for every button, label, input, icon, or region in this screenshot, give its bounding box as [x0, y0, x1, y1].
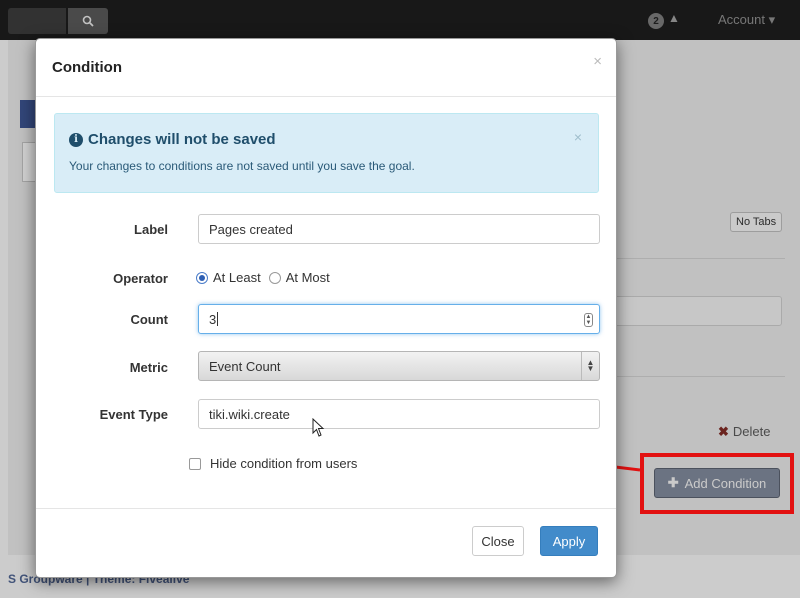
alert-text: Your changes to conditions are not saved…	[69, 159, 415, 173]
count-input[interactable]: 3 ▲ ▼	[198, 304, 600, 334]
info-alert: i Changes will not be saved Your changes…	[54, 113, 599, 193]
info-icon: i	[69, 132, 83, 147]
hide-condition-checkbox[interactable]	[189, 457, 201, 470]
alert-title: Changes will not be saved	[88, 131, 276, 148]
label-input[interactable]: Pages created	[198, 214, 600, 244]
highlight-annotation	[640, 453, 794, 514]
text-caret	[217, 312, 219, 326]
apply-button[interactable]: Apply	[540, 526, 598, 556]
count-stepper[interactable]: ▲ ▼	[584, 313, 593, 327]
alert-close-icon[interactable]: ×	[574, 129, 582, 145]
metric-select[interactable]: Event Count ▲ ▼	[198, 351, 600, 381]
operator-radio-group: At Least At Most	[196, 270, 338, 285]
modal-footer: Close Apply	[36, 508, 616, 578]
alert-heading: i Changes will not be saved	[69, 131, 276, 148]
operator-at-most-radio[interactable]	[268, 271, 281, 284]
operator-label: Operator	[113, 271, 168, 286]
metric-label: Metric	[129, 360, 168, 375]
metric-value: Event Count	[209, 358, 281, 374]
count-label: Count	[130, 312, 168, 327]
label-field-label: Label	[134, 222, 168, 237]
operator-at-most-label[interactable]: At Most	[286, 270, 330, 285]
operator-at-least-radio[interactable]	[196, 271, 208, 284]
event-type-input[interactable]: tiki.wiki.create	[198, 399, 600, 429]
modal-close-icon[interactable]: ×	[593, 53, 602, 70]
chevron-updown-icon: ▲ ▼	[581, 352, 599, 380]
hide-condition-row[interactable]: Hide condition from users	[189, 456, 357, 471]
hide-condition-label[interactable]: Hide condition from users	[210, 456, 357, 471]
modal-header: Condition ×	[36, 39, 616, 97]
close-button[interactable]: Close	[472, 526, 524, 556]
event-type-label: Event Type	[99, 407, 168, 422]
mouse-cursor-icon	[312, 418, 325, 437]
count-value: 3	[209, 311, 217, 327]
operator-at-least-label[interactable]: At Least	[213, 270, 261, 285]
modal-title: Condition	[52, 59, 122, 76]
condition-modal: Condition × i Changes will not be saved …	[35, 38, 617, 578]
